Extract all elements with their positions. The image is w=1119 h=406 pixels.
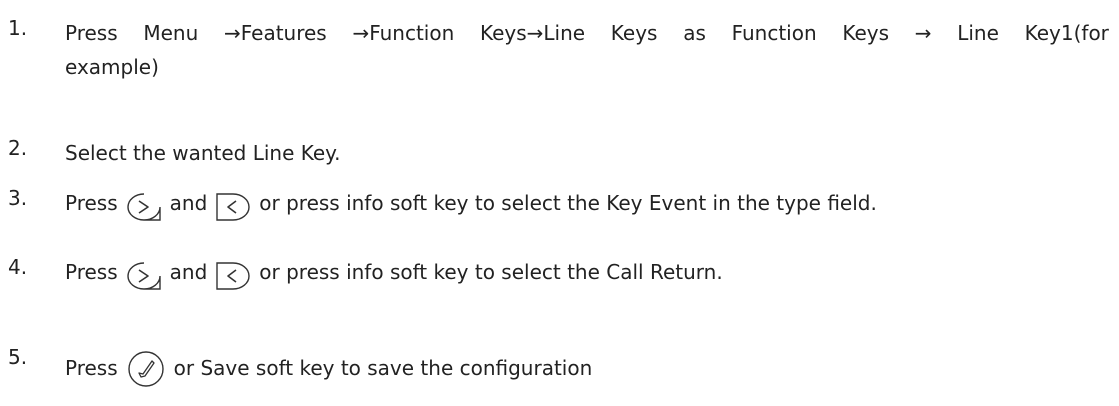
word: →Function	[352, 21, 455, 45]
step-text-line: example)	[65, 55, 159, 79]
step-text: Select the wanted Line Key.	[65, 141, 341, 165]
word: Menu	[143, 21, 199, 45]
and-label: and	[169, 260, 208, 284]
step-number: 3.	[8, 186, 28, 210]
step-text-rest: or press info soft key to select the Key…	[259, 191, 877, 215]
word: as	[683, 21, 706, 45]
instruction-list: 1. Press Menu →Features →Function Keys→L…	[0, 0, 1119, 406]
step-text: Press and or press info soft key to sele…	[65, 186, 1109, 222]
step-text-rest: or Save soft key to save the configurati…	[173, 356, 593, 380]
left-arrow-key-icon	[215, 261, 251, 291]
word: Keys	[842, 21, 890, 45]
word: Press	[65, 21, 118, 45]
right-arrow-key-icon	[126, 261, 162, 291]
word: Keys	[610, 21, 658, 45]
press-label: Press	[65, 356, 118, 380]
step-number: 4.	[8, 255, 28, 279]
step-text: Press and or press info soft key to sele…	[65, 255, 1109, 291]
word: Key1(for	[1024, 21, 1109, 45]
step-number: 5.	[8, 345, 28, 369]
left-arrow-key-icon	[215, 192, 251, 222]
press-label: Press	[65, 191, 118, 215]
right-arrow-key-icon	[126, 192, 162, 222]
step-text: Press Menu →Features →Function Keys→Line…	[65, 16, 1109, 84]
step-text: Press or Save soft key to save the confi…	[65, 345, 1109, 387]
press-label: Press	[65, 260, 118, 284]
step-text-line: Press Menu →Features →Function Keys→Line…	[65, 16, 1109, 50]
word: →Features	[223, 21, 327, 45]
step-text-rest: or press info soft key to select the Cal…	[259, 260, 723, 284]
word: Line	[957, 21, 999, 45]
step-number: 1.	[8, 16, 28, 40]
ok-key-icon	[126, 349, 166, 389]
step-number: 2.	[8, 136, 28, 160]
word: Function	[731, 21, 817, 45]
word: →	[914, 21, 932, 45]
word: Keys→Line	[479, 21, 586, 45]
and-label: and	[169, 191, 208, 215]
